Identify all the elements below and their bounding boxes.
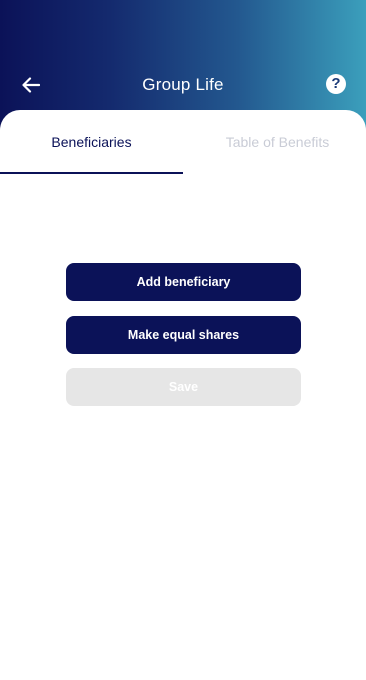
save-button[interactable]: Save — [66, 368, 301, 406]
group-life-screen: Group Life ? Beneficiaries Table of Bene… — [0, 0, 366, 680]
add-beneficiary-button[interactable]: Add beneficiary — [66, 263, 301, 301]
make-equal-shares-button[interactable]: Make equal shares — [66, 316, 301, 354]
tab-table-of-benefits[interactable]: Table of Benefits — [183, 110, 366, 174]
question-circle-icon: ? — [331, 75, 341, 92]
content-sheet: Beneficiaries Table of Benefits Add bene… — [0, 110, 366, 680]
tab-bar: Beneficiaries Table of Benefits — [0, 110, 366, 174]
tab-beneficiaries[interactable]: Beneficiaries — [0, 110, 183, 174]
help-button[interactable]: ? — [326, 74, 346, 94]
page-title: Group Life — [142, 75, 224, 94]
tab-label: Table of Benefits — [225, 134, 330, 150]
active-tab-indicator — [0, 172, 183, 174]
tab-label: Beneficiaries — [51, 134, 132, 150]
